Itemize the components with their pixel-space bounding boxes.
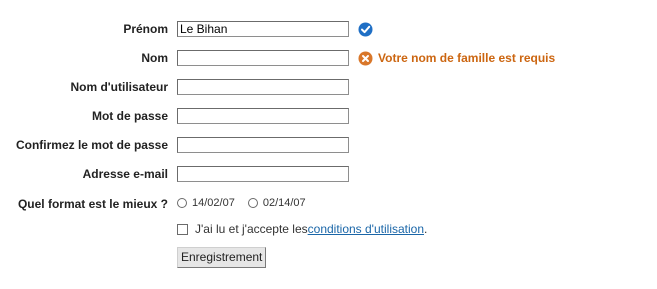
registration-form: Prénom Nom Votre nom de famille est requ… bbox=[0, 0, 657, 289]
prenom-label: Prénom bbox=[123, 22, 168, 36]
terms-row: J'ai lu et j'accepte les conditions d'ut… bbox=[177, 222, 427, 236]
username-label: Nom d'utilisateur bbox=[70, 80, 168, 94]
username-input[interactable] bbox=[177, 79, 349, 95]
terms-text: J'ai lu et j'accepte les bbox=[195, 222, 308, 236]
date-format-radio-2[interactable] bbox=[247, 198, 258, 208]
terms-text-end: . bbox=[424, 222, 428, 236]
confirm-password-label: Confirmez le mot de passe bbox=[15, 138, 168, 152]
x-circle-icon bbox=[358, 51, 373, 66]
register-button[interactable]: Enregistrement bbox=[177, 247, 267, 268]
terms-link[interactable]: conditions d'utilisation bbox=[308, 222, 424, 236]
prenom-input[interactable] bbox=[177, 21, 349, 37]
date-format-options: 14/02/07 02/14/07 bbox=[177, 197, 319, 209]
date-format-radio-1[interactable] bbox=[177, 198, 187, 208]
nom-error-message: Votre nom de famille est requis bbox=[378, 51, 556, 65]
check-circle-icon bbox=[358, 22, 373, 37]
confirm-password-input[interactable] bbox=[177, 137, 349, 153]
date-format-option-2-label[interactable]: 02/14/07 bbox=[263, 197, 306, 209]
terms-checkbox[interactable] bbox=[177, 223, 188, 235]
nom-input[interactable] bbox=[177, 50, 349, 66]
password-input[interactable] bbox=[177, 108, 349, 124]
password-label: Mot de passe bbox=[91, 109, 168, 123]
email-input[interactable] bbox=[177, 166, 349, 182]
date-format-label: Quel format est le mieux ? bbox=[17, 197, 168, 211]
nom-label: Nom bbox=[141, 51, 168, 65]
date-format-option-1-label[interactable]: 14/02/07 bbox=[192, 197, 235, 209]
email-label: Adresse e-mail bbox=[82, 167, 168, 181]
